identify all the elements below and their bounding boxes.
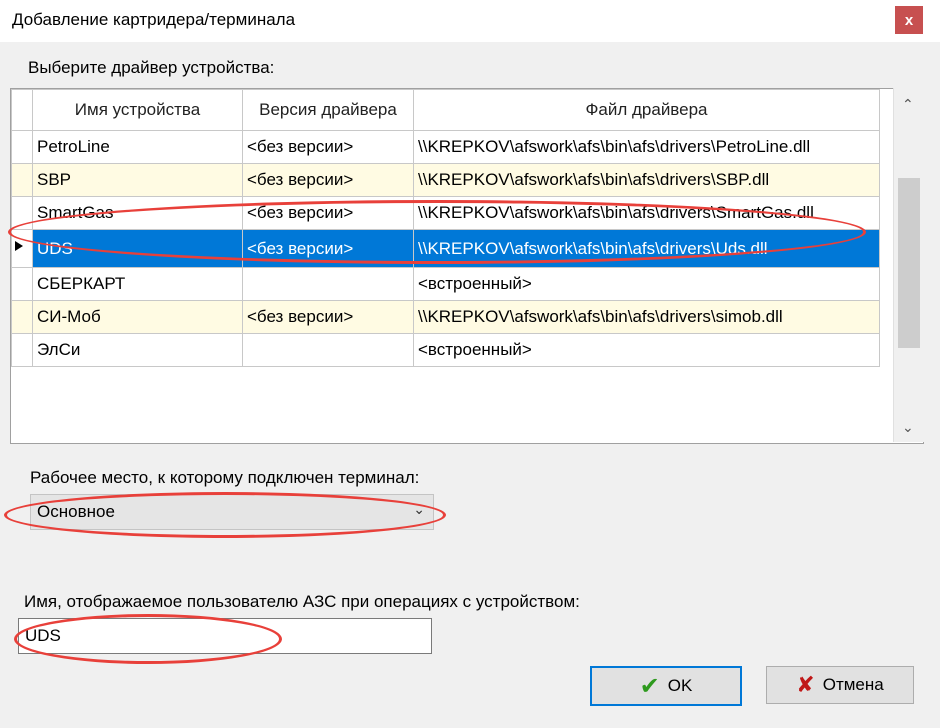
cross-icon: ✘	[796, 672, 815, 697]
scrollbar-thumb[interactable]	[898, 178, 920, 348]
scroll-down-icon[interactable]: ⌄	[902, 419, 914, 436]
workplace-label: Рабочее место, к которому подключен терм…	[30, 468, 420, 487]
row-indicator	[11, 333, 33, 367]
cell-name: СБЕРКАРТ	[32, 267, 243, 301]
cell-file: \\KREPKOV\afswork\afs\bin\afs\drivers\Pe…	[413, 130, 880, 164]
row-indicator	[11, 300, 33, 334]
column-header-name[interactable]: Имя устройства	[32, 89, 243, 131]
ok-button[interactable]: ✔ OK	[590, 666, 742, 706]
annotation-oval-display-name	[14, 614, 282, 664]
cell-version: <без версии>	[242, 300, 414, 334]
column-header-file[interactable]: Файл драйвера	[413, 89, 880, 131]
cell-file: <встроенный>	[413, 333, 880, 367]
close-icon: x	[904, 11, 914, 29]
ok-button-label: OK	[667, 676, 693, 695]
row-indicator	[11, 130, 33, 164]
annotation-oval-workplace	[4, 492, 446, 538]
cell-file: \\KREPKOV\afswork\afs\bin\afs\drivers\si…	[413, 300, 880, 334]
cancel-button-label: Отмена	[822, 675, 884, 694]
table-row[interactable]: СИ-Моб <без версии> \\KREPKOV\afswork\af…	[11, 300, 880, 334]
driver-grid[interactable]: Имя устройства Версия драйвера Файл драй…	[10, 88, 924, 444]
column-header-indicator	[11, 89, 33, 131]
cell-version	[242, 267, 414, 301]
cell-version	[242, 333, 414, 367]
display-name-label: Имя, отображаемое пользователю АЗС при о…	[24, 592, 580, 611]
checkmark-icon: ✔	[639, 672, 660, 700]
row-indicator	[11, 163, 33, 197]
cell-name: СИ-Моб	[32, 300, 243, 334]
grid-vertical-scrollbar[interactable]: ⌃ ⌄	[893, 88, 924, 442]
cell-name: PetroLine	[32, 130, 243, 164]
close-button[interactable]: x	[895, 6, 923, 34]
cell-file: <встроенный>	[413, 267, 880, 301]
cell-version: <без версии>	[242, 163, 414, 197]
cell-name: ЭлСи	[32, 333, 243, 367]
window-title: Добавление картридера/терминала	[12, 10, 296, 29]
table-header: Имя устройства Версия драйвера Файл драй…	[11, 89, 880, 131]
table-row[interactable]: PetroLine <без версии> \\KREPKOV\afswork…	[11, 130, 880, 164]
annotation-oval-selected-row	[8, 200, 866, 264]
table-row[interactable]: ЭлСи <встроенный>	[11, 333, 880, 367]
scroll-up-icon[interactable]: ⌃	[902, 96, 914, 113]
cell-file: \\KREPKOV\afswork\afs\bin\afs\drivers\SB…	[413, 163, 880, 197]
title-bar: Добавление картридера/терминала x	[0, 0, 940, 42]
table-row[interactable]: СБЕРКАРТ <встроенный>	[11, 267, 880, 301]
row-indicator	[11, 267, 33, 301]
cell-version: <без версии>	[242, 130, 414, 164]
cancel-button[interactable]: ✘ Отмена	[766, 666, 914, 704]
table-row[interactable]: SBP <без версии> \\KREPKOV\afswork\afs\b…	[11, 163, 880, 197]
cell-name: SBP	[32, 163, 243, 197]
column-header-version[interactable]: Версия драйвера	[242, 89, 414, 131]
driver-section-label: Выберите драйвер устройства:	[28, 58, 275, 77]
